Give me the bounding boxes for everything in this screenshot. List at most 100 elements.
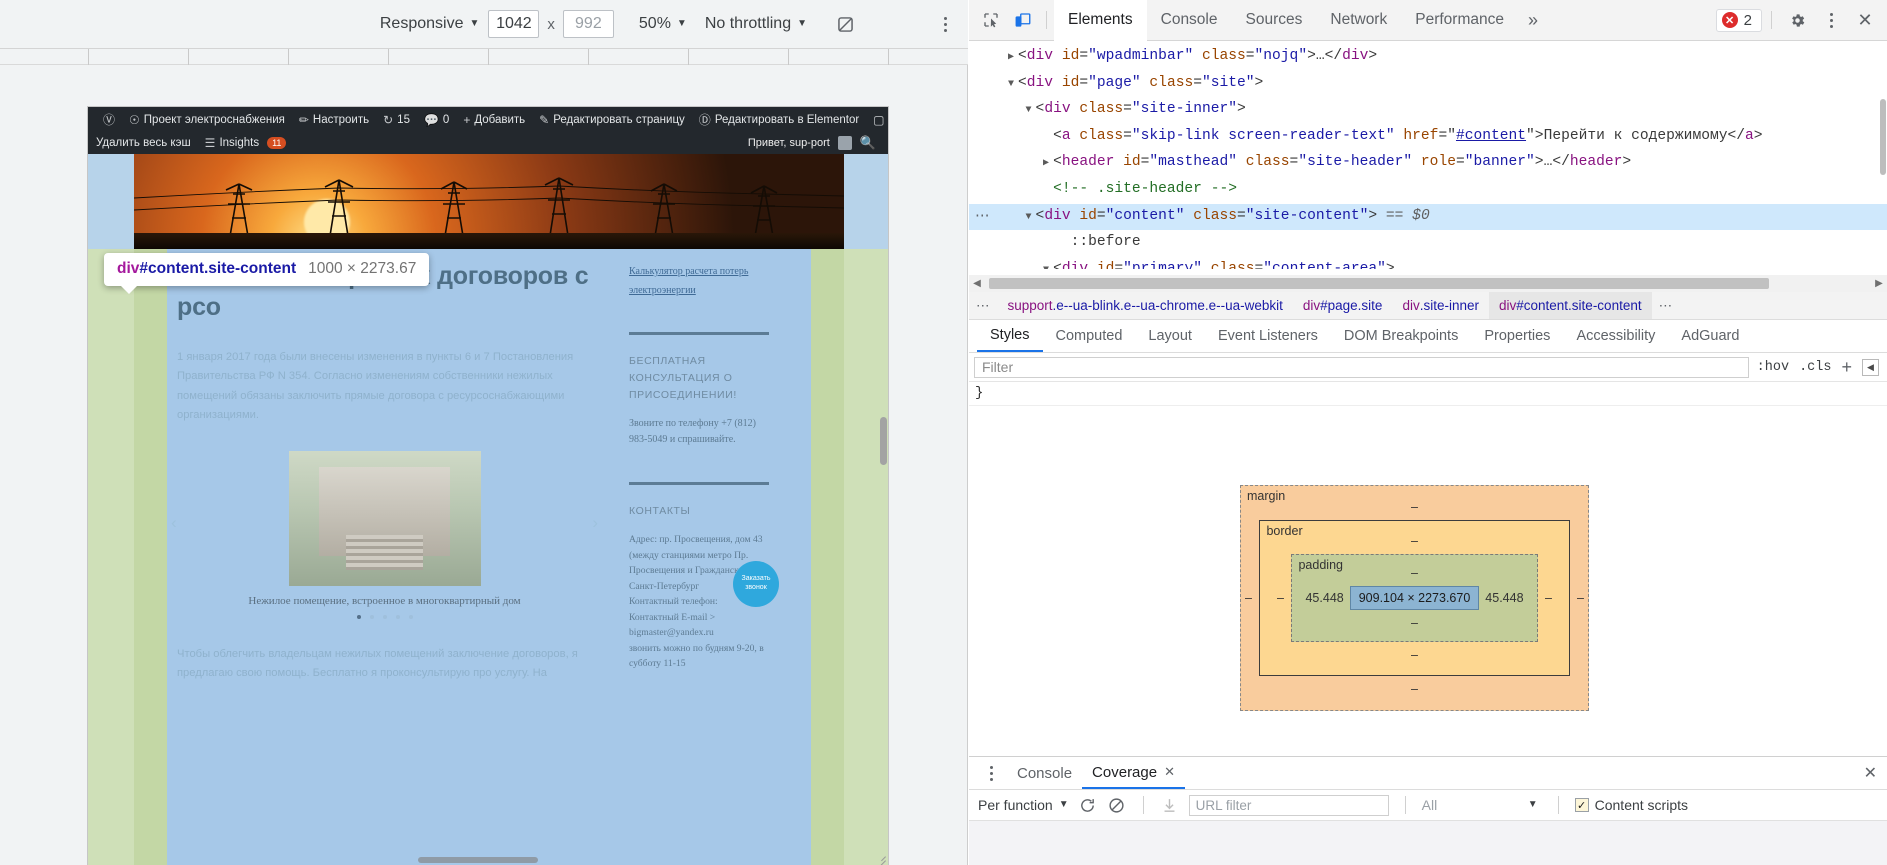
breadcrumb-overflow[interactable]: ⋯: [969, 292, 998, 319]
breadcrumb-item[interactable]: div .site-inner: [1392, 292, 1489, 319]
tab-performance[interactable]: Performance: [1401, 0, 1518, 41]
padding-bottom-value[interactable]: –: [1305, 616, 1523, 630]
breadcrumb-item[interactable]: div #content.site-content: [1489, 292, 1652, 319]
collapse-triangle-icon[interactable]: ▼: [1039, 258, 1053, 269]
carousel-dot[interactable]: [369, 615, 374, 620]
wp-clear-cache-item[interactable]: Удалить весь кэш: [96, 131, 198, 156]
breadcrumb-overflow-end[interactable]: ⋯: [1652, 292, 1681, 319]
carousel-prev-icon[interactable]: ‹: [171, 513, 177, 533]
device-viewport[interactable]: Ⓥ ☉ Проект электроснабжения ✏ Настроить …: [88, 107, 888, 865]
border-top-value[interactable]: –: [1275, 534, 1553, 548]
tab-elements[interactable]: Elements: [1054, 0, 1147, 41]
scrollbar-track[interactable]: [985, 278, 1871, 289]
collapse-triangle-icon[interactable]: ▼: [1004, 72, 1018, 98]
dom-node[interactable]: <!-- .site-header -->: [969, 177, 1887, 204]
breadcrumb-item[interactable]: div #page.site: [1293, 292, 1393, 319]
breadcrumb[interactable]: ⋯ support .e--ua-blink.e--ua-chrome.e--ua-…: [969, 292, 1887, 320]
box-model-padding[interactable]: padding – 45.448 909.104 × 2273.670 45.4…: [1291, 554, 1538, 642]
url-filter-input[interactable]: URL filter: [1188, 794, 1389, 816]
styles-tab-styles[interactable]: Styles: [977, 320, 1043, 352]
viewport-height-input[interactable]: 992: [562, 10, 614, 38]
wp-comments-item[interactable]: 💬 0: [417, 107, 456, 132]
page-horizontal-scrollbar[interactable]: [418, 857, 538, 863]
box-model-margin[interactable]: margin – – border – – padding – 45.448 9…: [1240, 485, 1589, 711]
collapse-triangle-icon[interactable]: ▼: [1022, 205, 1036, 231]
wp-insights-item[interactable]: ☰ Insights 11: [198, 131, 294, 156]
drawer-tab-console[interactable]: Console: [1007, 757, 1082, 789]
zoom-selector[interactable]: 50% ▼: [630, 9, 696, 39]
throttling-selector[interactable]: No throttling ▼: [696, 9, 816, 39]
styles-filter-input[interactable]: Filter: [974, 356, 1749, 378]
search-icon[interactable]: 🔍: [860, 135, 876, 151]
close-drawer-icon[interactable]: ✕: [1864, 763, 1887, 783]
tab-network[interactable]: Network: [1316, 0, 1401, 41]
margin-right-value[interactable]: –: [1576, 591, 1586, 605]
dom-node[interactable]: ▶ <header id="masthead" class="site-heade…: [969, 150, 1887, 177]
carousel-dot[interactable]: [356, 615, 361, 620]
dom-node[interactable]: ▼<div id="primary" class="content-area">: [969, 257, 1887, 269]
padding-right-value[interactable]: 45.448: [1485, 591, 1523, 605]
wp-new-item[interactable]: + Добавить: [456, 107, 532, 132]
carousel-dot[interactable]: [395, 615, 400, 620]
carousel-dot[interactable]: [408, 615, 413, 620]
wp-edit-page-item[interactable]: ✎ Редактировать страницу: [532, 107, 692, 132]
dom-node[interactable]: ▼ <div id="page" class="site">: [969, 71, 1887, 98]
scroll-left-icon[interactable]: ◀: [969, 278, 985, 289]
styles-rules-area[interactable]: }: [969, 382, 1887, 406]
wp-elementor-item[interactable]: Ⓓ Редактировать в Elementor: [692, 107, 866, 132]
dom-node[interactable]: ▶ <div id="wpadminbar" class="nojq">…</di…: [969, 44, 1887, 71]
wp-greeting-label[interactable]: Привет, sup-port: [748, 137, 830, 149]
dom-node[interactable]: ▼ <div class="site-inner">: [969, 97, 1887, 124]
expand-triangle-icon[interactable]: ▶: [1039, 151, 1053, 177]
new-style-rule-button[interactable]: +: [1841, 358, 1852, 376]
styles-tab-properties[interactable]: Properties: [1471, 320, 1563, 352]
margin-left-value[interactable]: –: [1243, 591, 1253, 605]
more-options-icon[interactable]: [975, 758, 1007, 788]
dom-node[interactable]: ::before: [969, 230, 1887, 257]
clear-icon[interactable]: [1107, 795, 1127, 815]
hover-state-button[interactable]: :hov: [1757, 360, 1789, 375]
drawer-tab-coverage[interactable]: Coverage ✕: [1082, 757, 1185, 789]
box-model-content-size[interactable]: 909.104 × 2273.670: [1349, 586, 1480, 610]
tab-console[interactable]: Console: [1147, 0, 1232, 41]
page-vertical-scrollbar[interactable]: [880, 417, 887, 465]
wp-logo-item[interactable]: Ⓥ: [96, 107, 122, 132]
carousel-dot[interactable]: [382, 615, 387, 620]
inspect-element-icon[interactable]: [975, 5, 1007, 35]
more-options-icon[interactable]: [1815, 5, 1847, 35]
more-tabs-icon[interactable]: »: [1518, 0, 1548, 41]
styles-tab-accessibility[interactable]: Accessibility: [1563, 320, 1668, 352]
reload-icon[interactable]: [1078, 795, 1098, 815]
wp-yoast-item[interactable]: ▢: [866, 107, 888, 132]
styles-tabbar[interactable]: Styles Computed Layout Event Listeners DOM B…: [969, 320, 1887, 353]
expand-triangle-icon[interactable]: ▶: [1004, 45, 1018, 71]
styles-tab-computed[interactable]: Computed: [1043, 320, 1136, 352]
wp-updates-item[interactable]: ↻ 15: [376, 107, 417, 132]
carousel-next-icon[interactable]: ›: [592, 513, 598, 533]
margin-bottom-value[interactable]: –: [1257, 682, 1572, 696]
toggle-sidebar-icon[interactable]: ◀: [1862, 358, 1879, 376]
device-selector[interactable]: Responsive ▼: [371, 9, 489, 39]
more-options-icon[interactable]: [930, 9, 960, 39]
dom-tree[interactable]: ▶ <div id="wpadminbar" class="nojq">…</di…: [969, 41, 1887, 269]
dom-tree-horizontal-scrollbar[interactable]: ◀ ▶: [969, 275, 1887, 292]
styles-tab-layout[interactable]: Layout: [1135, 320, 1205, 352]
border-left-value[interactable]: –: [1275, 591, 1285, 605]
dom-token-lnk[interactable]: #content: [1456, 128, 1526, 144]
styles-tab-event-listeners[interactable]: Event Listeners: [1205, 320, 1331, 352]
rotate-device-icon[interactable]: [830, 9, 860, 39]
gear-icon[interactable]: [1781, 5, 1813, 35]
border-bottom-value[interactable]: –: [1275, 648, 1553, 662]
sidebar-calculator-link[interactable]: Калькулятор расчета потерь электроэнерги…: [629, 266, 748, 296]
coverage-type-filter[interactable]: All ▼: [1422, 797, 1542, 813]
styles-tab-adguard[interactable]: AdGuard: [1668, 320, 1752, 352]
callback-button[interactable]: Заказать звонок: [733, 561, 779, 607]
breadcrumb-item[interactable]: support .e--ua-blink.e--ua-chrome.e--ua-w…: [998, 292, 1293, 319]
scrollbar-thumb[interactable]: [989, 278, 1769, 289]
viewport-resize-handle[interactable]: [874, 851, 886, 863]
box-model-diagram[interactable]: margin – – border – – padding – 45.448 9…: [1240, 485, 1589, 711]
avatar-icon[interactable]: [837, 136, 852, 150]
viewport-width-input[interactable]: 1042: [488, 10, 540, 38]
dom-tree-vertical-scrollbar[interactable]: [1879, 41, 1887, 269]
content-scripts-checkbox[interactable]: ✓ Content scripts: [1574, 797, 1688, 813]
